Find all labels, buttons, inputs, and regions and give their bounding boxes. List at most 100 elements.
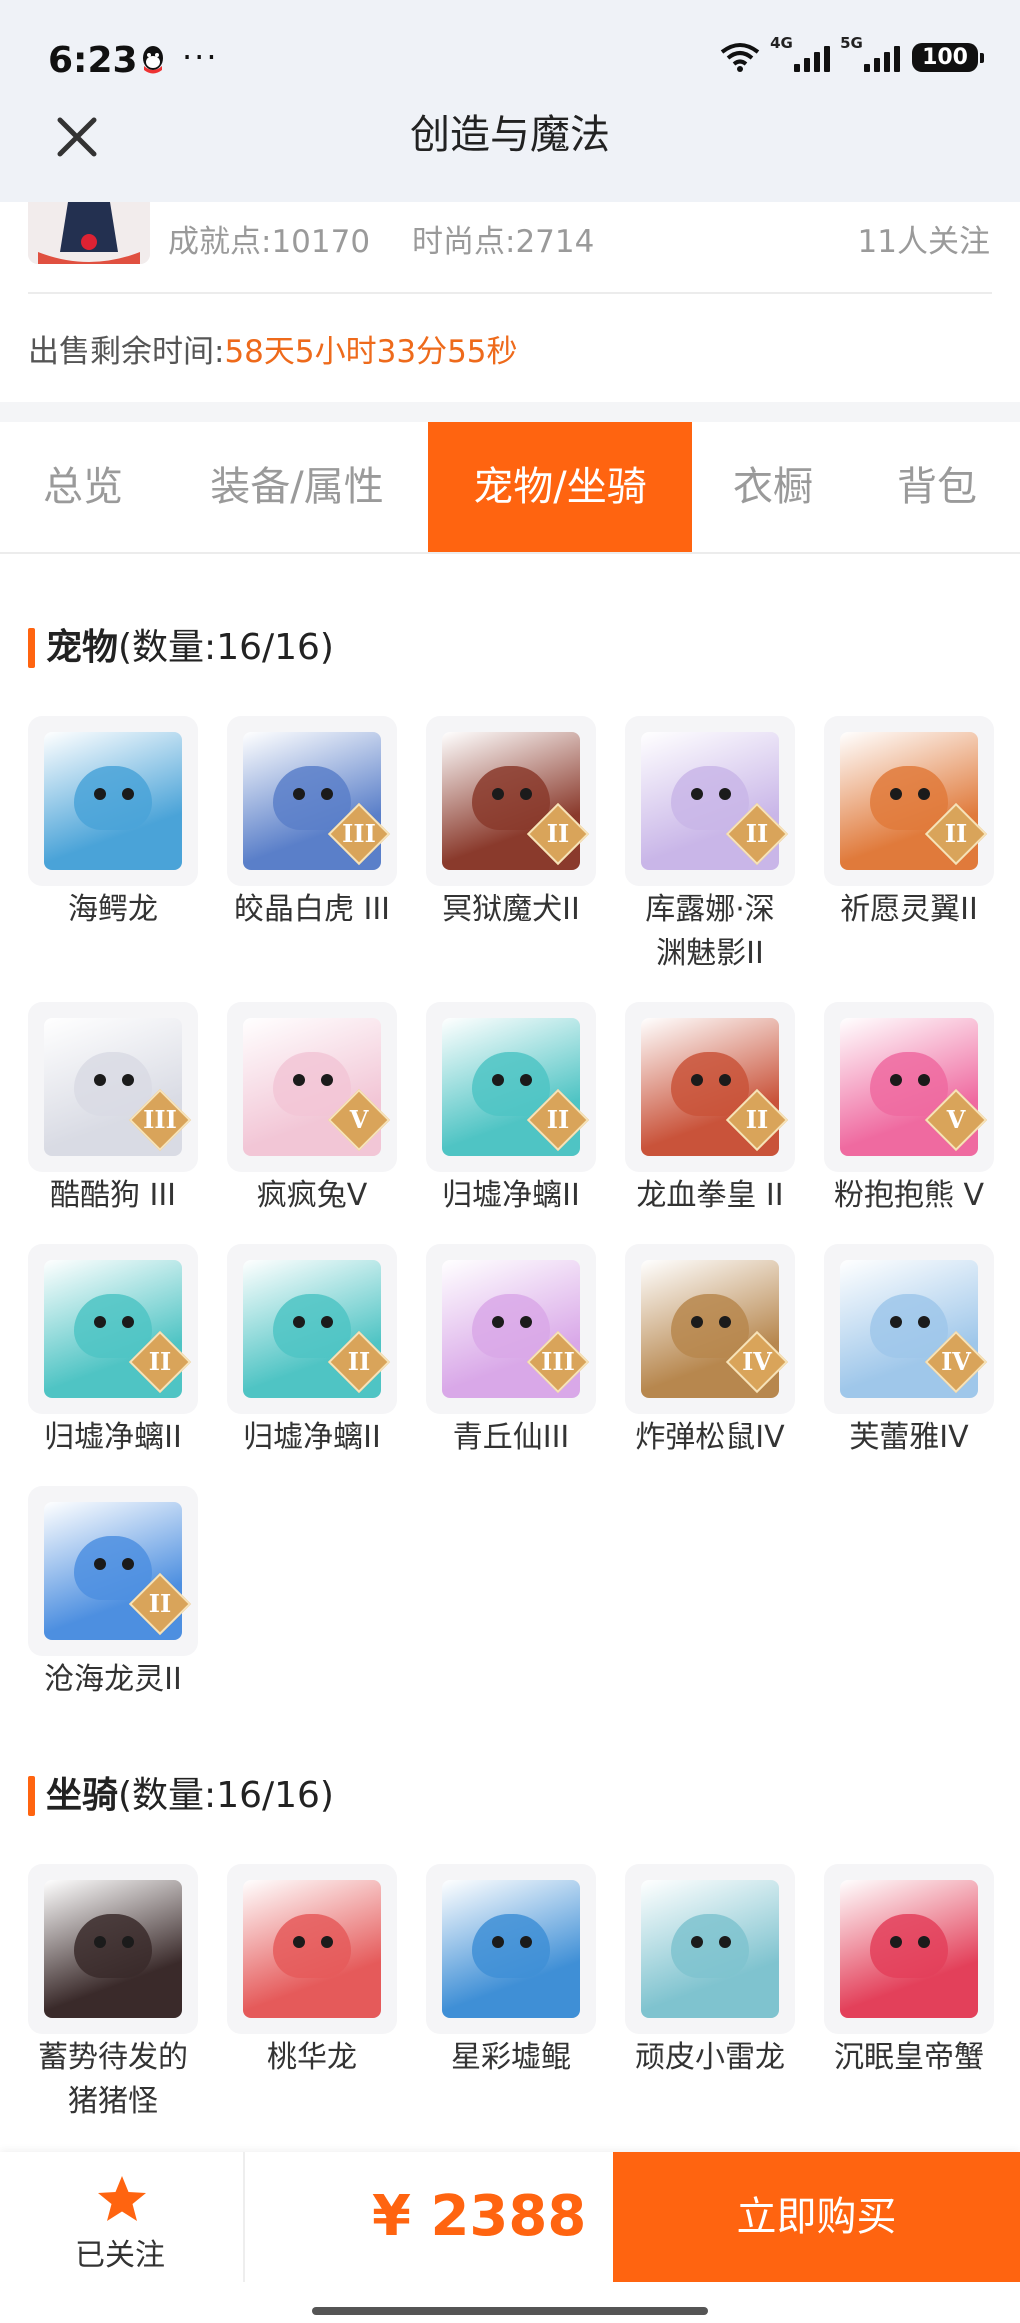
mount-card[interactable]: 顽皮小雷龙 (625, 1864, 795, 2080)
pet-image (28, 716, 198, 886)
more-dots: ··· (182, 38, 219, 76)
pet-image: II (426, 716, 596, 886)
bottom-divider (243, 2152, 245, 2282)
mount-name: 蓄势待发的 猪猪怪 (38, 2040, 188, 2119)
pet-image: V (824, 1002, 994, 1172)
pets-count: (数量:16/16) (118, 627, 334, 668)
rank-badge-label: II (944, 819, 968, 848)
pet-name: 疯疯兔V (256, 1178, 368, 1213)
pet-card[interactable]: II 祈愿灵翼II (824, 716, 994, 932)
page-title: 创造与魔法 (410, 112, 610, 158)
tab-pets-mounts[interactable]: 宠物/坐骑 (428, 422, 692, 552)
pet-name: 炸弹松鼠IV (635, 1420, 785, 1455)
mount-card[interactable]: 沉眠皇帝蟹 (824, 1864, 994, 2080)
mount-image (824, 1864, 994, 2034)
pet-card[interactable]: II 冥狱魔犬II (426, 716, 596, 932)
pet-card[interactable]: II 库露娜·深 渊魅影II (625, 716, 795, 976)
net1-label: 4G (770, 34, 793, 52)
tab-backpack[interactable]: 背包 (854, 422, 1020, 552)
pet-card[interactable]: III 青丘仙III (426, 1244, 596, 1460)
tab-wardrobe[interactable]: 衣橱 (692, 422, 854, 552)
pet-name: 冥狱魔犬II (442, 892, 580, 927)
pet-image: II (227, 1244, 397, 1414)
divider (28, 292, 992, 294)
mount-avatar-icon (641, 1880, 779, 2018)
bottom-bar: 已关注 ¥ 2388 立即购买 (0, 2152, 1020, 2323)
pet-avatar-icon (44, 732, 182, 870)
mount-card[interactable]: 蓄势待发的 猪猪怪 (28, 1864, 198, 2124)
pets-section-title: 宠物(数量:16/16) (28, 626, 334, 670)
pet-image: III (28, 1002, 198, 1172)
rank-badge-label: IV (941, 1347, 971, 1376)
pet-card[interactable]: 海鳄龙 (28, 716, 198, 932)
mounts-title: 坐骑 (46, 1775, 119, 1816)
buy-now-button[interactable]: 立即购买 (613, 2152, 1020, 2282)
star-icon (98, 2176, 146, 2221)
follower-count: 11人关注 (857, 224, 990, 260)
pet-image: IV (625, 1244, 795, 1414)
mount-name: 沉眠皇帝蟹 (834, 2040, 984, 2075)
home-indicator (312, 2307, 708, 2315)
mount-image (625, 1864, 795, 2034)
nav-bar: 创造与魔法 (0, 110, 1020, 202)
pet-name: 粉抱抱熊 V (833, 1178, 985, 1213)
pet-card[interactable]: II 归墟净螭II (28, 1244, 198, 1460)
signal-5g-icon: 5G (840, 34, 901, 72)
rank-badge-label: II (546, 819, 570, 848)
qq-icon (143, 46, 163, 74)
pet-name: 青丘仙III (452, 1420, 570, 1455)
tab-overview[interactable]: 总览 (0, 422, 166, 552)
tab-bar: 总览 装备/属性 宠物/坐骑 衣橱 背包 (0, 422, 1020, 554)
pet-card[interactable]: II 归墟净螭II (426, 1002, 596, 1218)
status-bar: 6:23 ··· 4G 5G 100 (0, 0, 1020, 110)
mount-avatar-icon (243, 1880, 381, 2018)
pet-image: II (625, 1002, 795, 1172)
pet-name: 海鳄龙 (68, 892, 158, 927)
pet-name: 归墟净螭II (44, 1420, 182, 1455)
mount-name: 桃华龙 (267, 2040, 357, 2075)
pet-image: III (227, 716, 397, 886)
pet-card[interactable]: IV 炸弹松鼠IV (625, 1244, 795, 1460)
fashion-points: 时尚点:2714 (412, 224, 595, 260)
pet-image: II (28, 1486, 198, 1656)
pet-card[interactable]: V 疯疯兔V (227, 1002, 397, 1218)
pet-card[interactable]: III 酷酷狗 III (28, 1002, 198, 1218)
follow-button[interactable]: 已关注 (0, 2152, 240, 2282)
mount-avatar-icon (840, 1880, 978, 2018)
rank-badge-label: II (745, 819, 769, 848)
pet-image: V (227, 1002, 397, 1172)
tab-equipment[interactable]: 装备/属性 (166, 422, 428, 552)
price: ¥ 2388 (372, 2184, 587, 2249)
wifi-icon (720, 43, 760, 72)
pet-name: 沧海龙灵II (44, 1662, 182, 1697)
pet-card[interactable]: III 皎晶白虎 III (227, 716, 397, 932)
rank-badge-label: IV (742, 1347, 772, 1376)
pet-card[interactable]: V 粉抱抱熊 V (824, 1002, 994, 1218)
signal-4g-icon: 4G (770, 34, 831, 72)
pet-image: II (28, 1244, 198, 1414)
pet-card[interactable]: II 归墟净螭II (227, 1244, 397, 1460)
sale-remaining: 出售剩余时间:58天5小时33分55秒 (28, 326, 518, 371)
account-info: 成就点:10170 时尚点:2714 11人关注 出售剩余时间:58天5小时33… (0, 202, 1020, 402)
pet-name: 皎晶白虎 III (233, 892, 391, 927)
rank-badge-label: II (745, 1105, 769, 1134)
mount-card[interactable]: 星彩墟鲲 (426, 1864, 596, 2080)
mount-image (426, 1864, 596, 2034)
pet-card[interactable]: II 沧海龙灵II (28, 1486, 198, 1702)
mount-card[interactable]: 桃华龙 (227, 1864, 397, 2080)
sale-time: 58天5小时33分55秒 (224, 334, 518, 370)
follow-label: 已关注 (75, 2238, 165, 2273)
pet-card[interactable]: II 龙血拳皇 II (625, 1002, 795, 1218)
pet-name: 库露娜·深 渊魅影II (645, 892, 775, 971)
pet-image: III (426, 1244, 596, 1414)
section-gap (0, 402, 1020, 422)
rank-badge-label: III (342, 819, 376, 848)
mount-image (28, 1864, 198, 2034)
mounts-section-title: 坐骑(数量:16/16) (28, 1774, 334, 1818)
pet-image: IV (824, 1244, 994, 1414)
pet-image: II (625, 716, 795, 886)
pet-card[interactable]: IV 芙蕾雅IV (824, 1244, 994, 1460)
rank-badge-label: II (148, 1589, 172, 1618)
pet-name: 龙血拳皇 II (636, 1178, 784, 1213)
achievement-points: 成就点:10170 (168, 224, 371, 260)
